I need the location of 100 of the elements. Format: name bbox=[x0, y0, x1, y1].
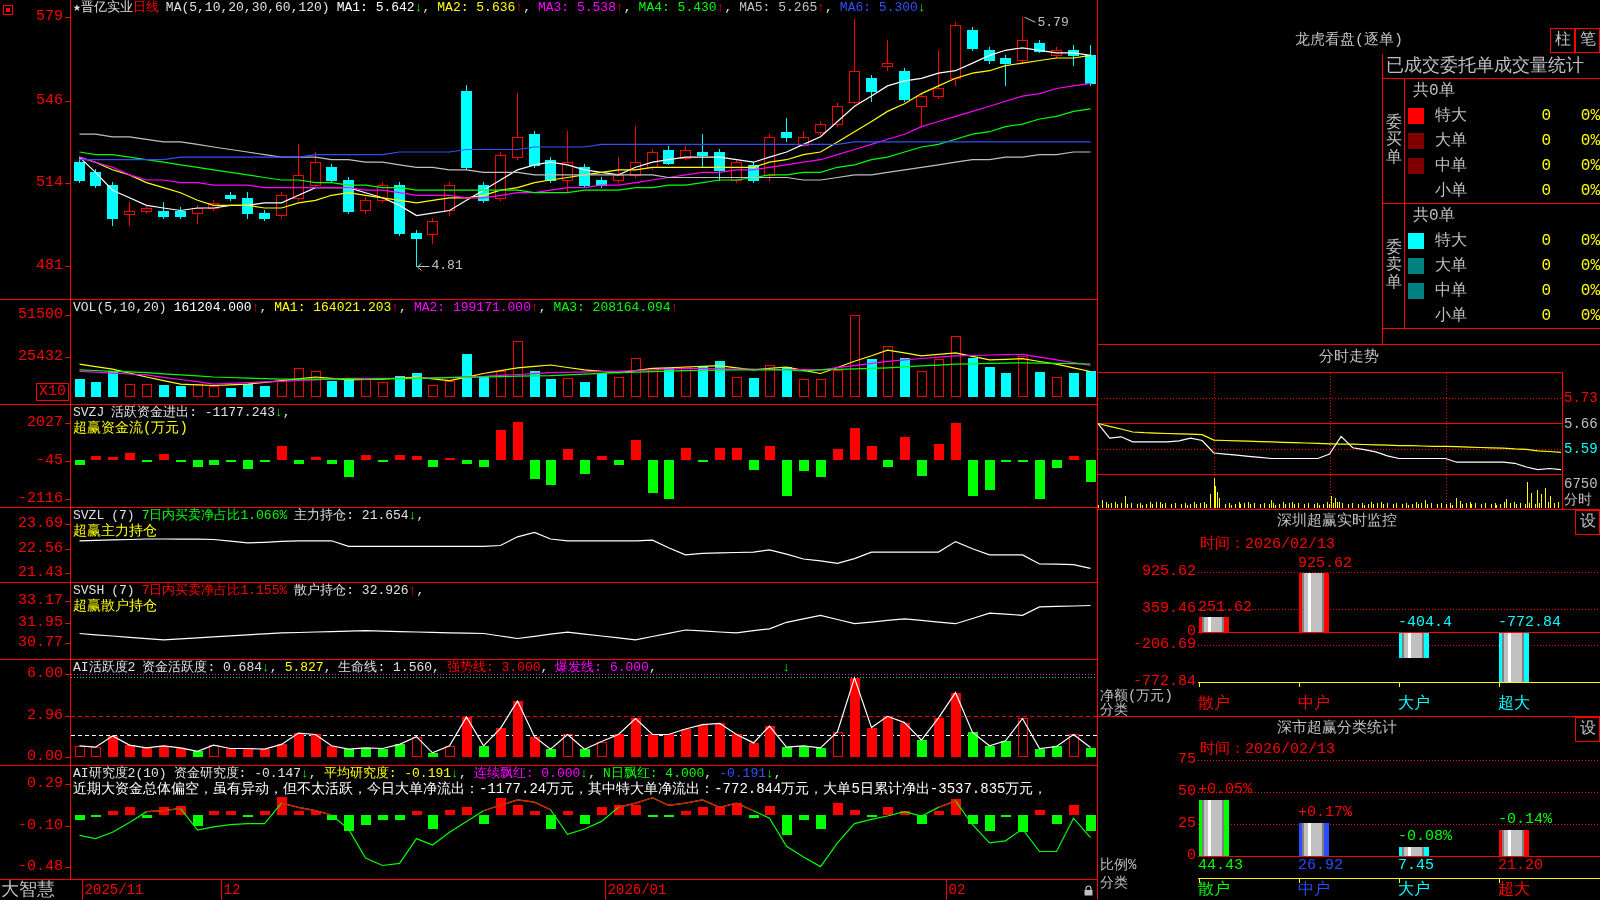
activity-bar bbox=[681, 729, 691, 757]
research-bar bbox=[1035, 810, 1045, 815]
order-count: 0 bbox=[1541, 156, 1551, 175]
candlestick bbox=[394, 181, 405, 237]
axis-label: 0 bbox=[1187, 849, 1196, 863]
activity-bar bbox=[428, 753, 438, 757]
axis-label: 22.56 bbox=[18, 540, 63, 557]
fund-flow-bar bbox=[108, 457, 118, 460]
activity-bar bbox=[732, 734, 742, 757]
research-bar bbox=[631, 805, 641, 815]
candlestick bbox=[326, 163, 337, 184]
category-label: 散户 bbox=[1198, 696, 1230, 712]
research-bar bbox=[546, 815, 556, 829]
research-bar bbox=[125, 807, 135, 815]
candlestick bbox=[529, 130, 540, 169]
category-label: 中户 bbox=[1298, 882, 1330, 898]
activity-bar bbox=[1069, 734, 1079, 757]
fund-flow-bar bbox=[968, 460, 978, 496]
axis-label: 51500 bbox=[18, 307, 63, 324]
view-toggle-button[interactable]: 笔 bbox=[1575, 28, 1600, 53]
activity-bar bbox=[1052, 746, 1062, 757]
research-bar bbox=[816, 815, 826, 829]
research-bar bbox=[361, 815, 371, 825]
volume-bar bbox=[294, 368, 304, 397]
volume-bar bbox=[765, 365, 775, 397]
order-count: 0 bbox=[1541, 132, 1551, 150]
indicator-value: 连续飘红: 0.000↓, bbox=[473, 766, 596, 781]
activity-bar bbox=[513, 701, 523, 757]
order-percent: 0% bbox=[1580, 232, 1600, 251]
chart-caption: 分时 bbox=[1564, 492, 1592, 508]
leader-line bbox=[1024, 16, 1036, 23]
activity-bar bbox=[260, 749, 270, 757]
volume-bar bbox=[681, 367, 691, 397]
settings-button[interactable]: 设 bbox=[1575, 510, 1600, 535]
candlestick bbox=[377, 181, 388, 204]
net-flow-bar bbox=[1299, 573, 1329, 632]
activity-bar bbox=[900, 723, 910, 757]
axis-label: 31.95 bbox=[18, 614, 63, 631]
fund-flow-bar bbox=[917, 460, 927, 476]
indicator-value: MA1: 164021.203↑, bbox=[274, 300, 407, 315]
volume-bar bbox=[1086, 371, 1096, 397]
candlestick bbox=[1085, 44, 1096, 87]
volume-bar bbox=[176, 386, 186, 397]
order-count: 0 bbox=[1541, 107, 1551, 126]
axis-label: 6.00 bbox=[27, 666, 63, 683]
change-label: -0.14% bbox=[1498, 811, 1552, 827]
research-bar bbox=[1018, 815, 1028, 832]
volume-bar bbox=[260, 386, 270, 397]
value-label: 26.92 bbox=[1298, 858, 1343, 873]
volume-bar bbox=[142, 384, 152, 397]
fund-flow-bar bbox=[715, 448, 725, 460]
candlestick bbox=[427, 217, 438, 245]
research-bar bbox=[698, 807, 708, 815]
fund-flow-bar bbox=[614, 460, 624, 465]
order-total: 共0单 bbox=[1413, 82, 1455, 101]
activity-bar bbox=[193, 751, 203, 757]
candlestick bbox=[343, 176, 354, 215]
activity-bar bbox=[395, 744, 405, 757]
candlestick bbox=[899, 67, 910, 103]
activity-bar bbox=[833, 732, 843, 757]
volume-bar bbox=[378, 382, 388, 397]
volume-bar bbox=[209, 386, 219, 397]
activity-bar bbox=[108, 736, 118, 757]
fund-flow-bar bbox=[1069, 456, 1079, 460]
research-bar bbox=[799, 815, 809, 820]
candlestick bbox=[141, 204, 152, 215]
volume-bar bbox=[698, 366, 708, 397]
research-bar bbox=[260, 811, 270, 815]
candlestick bbox=[714, 148, 725, 182]
research-bar bbox=[1069, 805, 1079, 815]
fund-flow-bar bbox=[681, 448, 691, 460]
activity-bar bbox=[648, 734, 658, 757]
candlestick bbox=[866, 74, 877, 103]
research-bar bbox=[917, 815, 927, 824]
activity-bar bbox=[1001, 741, 1011, 757]
indicator-value: 爆发线: 6.000, bbox=[555, 660, 657, 675]
volume-bar bbox=[563, 378, 573, 397]
indicator-value: 7日内买卖净占比1.066% bbox=[141, 508, 288, 523]
volume-bar bbox=[631, 358, 641, 397]
fund-flow-bar bbox=[563, 449, 573, 460]
view-toggle-button[interactable]: 柱 bbox=[1550, 28, 1575, 53]
category-label: 超大 bbox=[1498, 882, 1530, 898]
volume-bar bbox=[513, 341, 523, 397]
fund-flow-bar bbox=[765, 446, 775, 460]
order-size-label: 特大 bbox=[1435, 107, 1467, 126]
indicator-value: 主力持仓: 21.654↓, bbox=[294, 508, 425, 523]
candlestick bbox=[1068, 44, 1079, 67]
candlestick bbox=[360, 196, 371, 215]
indicator-value: MA6: 5.300↓ bbox=[839, 0, 926, 15]
research-bar bbox=[193, 815, 203, 826]
order-count: 0 bbox=[1541, 281, 1551, 300]
research-bar bbox=[850, 810, 860, 815]
activity-bar bbox=[344, 749, 354, 757]
candlestick bbox=[208, 199, 219, 212]
indicator-caption: 超赢资金流(万元) bbox=[73, 420, 189, 437]
axis-label: 21.43 bbox=[18, 565, 63, 582]
settings-button[interactable]: 设 bbox=[1575, 717, 1600, 742]
candlestick bbox=[74, 156, 85, 184]
fund-flow-bar bbox=[850, 428, 860, 460]
candlestick bbox=[90, 168, 101, 189]
